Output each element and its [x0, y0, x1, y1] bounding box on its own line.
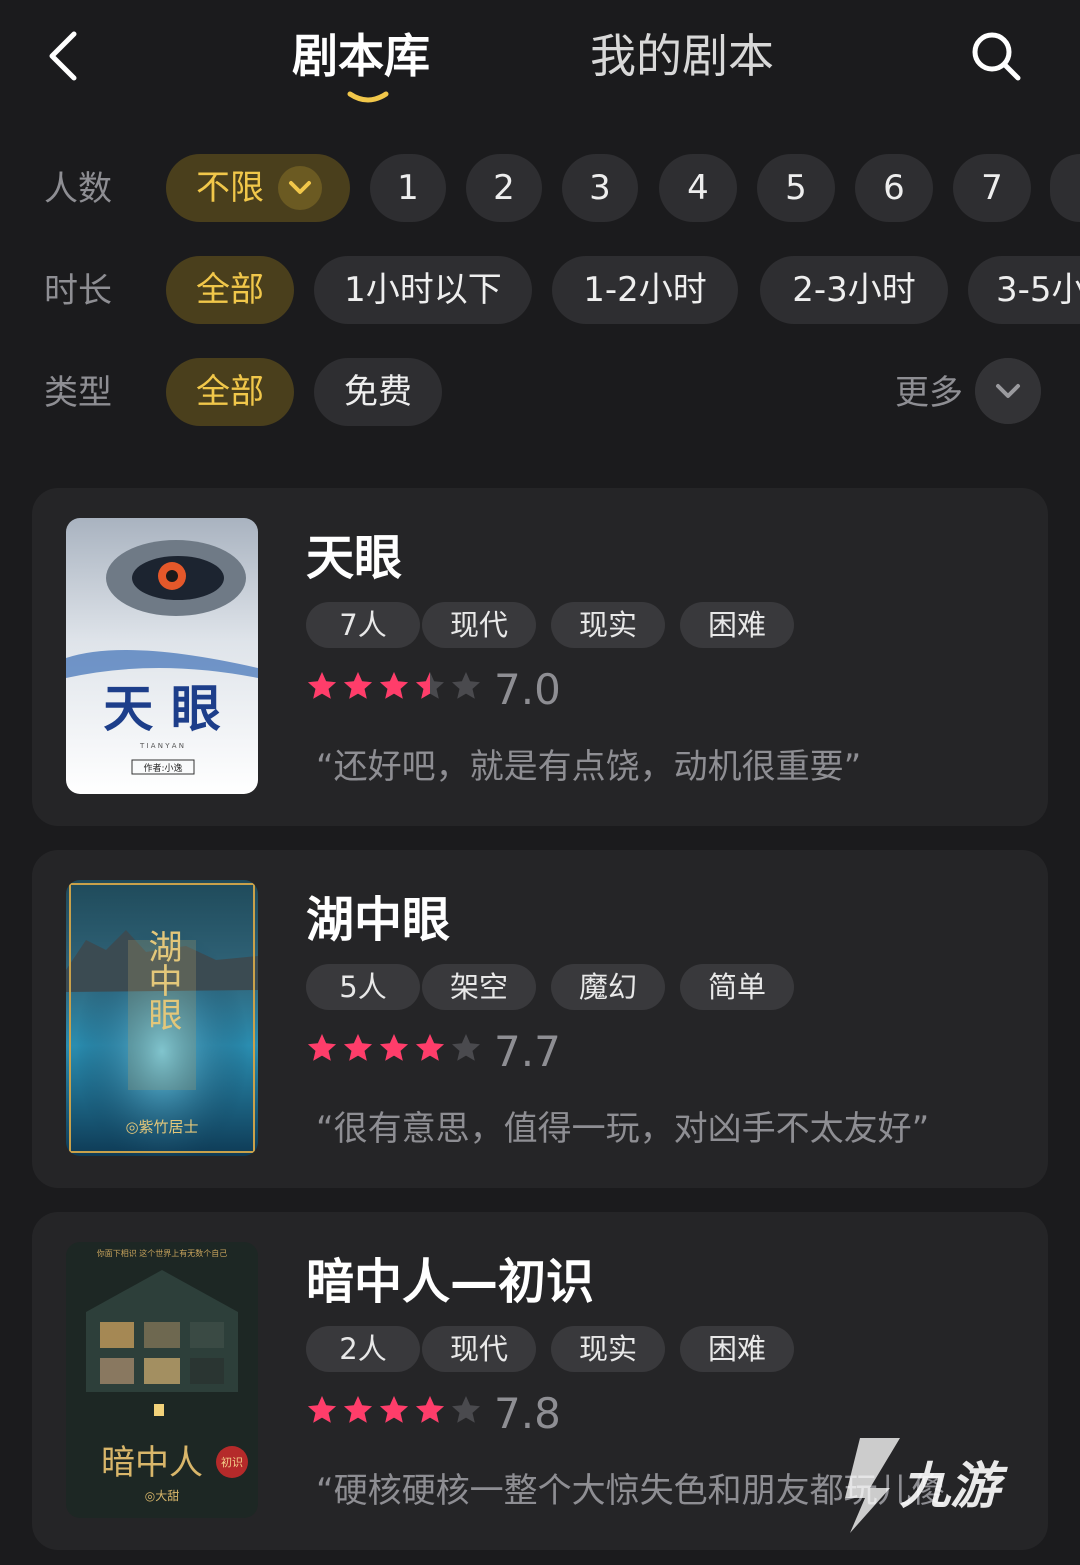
- top-nav: 剧本库 我的剧本: [0, 0, 1080, 120]
- tag-difficulty: 困难: [680, 602, 794, 648]
- tag-genre: 现实: [551, 602, 665, 648]
- chip-category-all[interactable]: 全部: [166, 358, 294, 426]
- cover-image-anzhongren: 你面下相识 这个世界上有无数个自己 暗中人 初识 ◎大甜: [66, 1242, 258, 1518]
- chip-players-overflow[interactable]: [1050, 154, 1080, 222]
- cover-badge-text: 初识: [221, 1455, 243, 1469]
- chip-label: 2: [493, 168, 515, 208]
- filter-players-label: 人数: [44, 169, 112, 209]
- chip-label: 4: [687, 168, 709, 208]
- search-icon[interactable]: [968, 28, 1024, 84]
- script-card[interactable]: 天 眼 T I A N Y A N 作者:小逸 天眼 7人 现代 现实 困难 7…: [32, 488, 1048, 826]
- chip-duration-under-1h[interactable]: 1小时以下: [314, 256, 532, 324]
- chip-label: 不限: [196, 168, 264, 208]
- star-filled-icon: [380, 1396, 408, 1423]
- chip-label: 3: [589, 168, 611, 208]
- chip-label: 7: [981, 168, 1003, 208]
- more-chevron-down-icon[interactable]: [975, 358, 1041, 424]
- rating-score: 7.0: [494, 665, 561, 714]
- tab-script-library[interactable]: 剧本库: [292, 28, 430, 84]
- star-filled-icon: [308, 1396, 336, 1423]
- active-tab-indicator: [347, 91, 389, 103]
- review-quote: “很有意思，值得一玩，对凶手不太友好”: [316, 1109, 930, 1149]
- chevron-down-icon: [278, 166, 322, 210]
- star-filled-icon: [308, 1034, 336, 1061]
- cover-author-text: ◎大甜: [145, 1489, 179, 1503]
- tag-genre: 现实: [551, 1326, 665, 1372]
- tag-players: 7人: [306, 602, 420, 648]
- chip-players-any[interactable]: 不限: [166, 154, 350, 222]
- star-filled-icon: [416, 1034, 444, 1061]
- chip-label: 2-3小时: [792, 270, 916, 310]
- filter-duration-row: 时长 全部 1小时以下 1-2小时 2-3小时 3-5小: [0, 256, 1080, 326]
- star-filled-icon: [344, 1034, 372, 1061]
- tag-difficulty: 简单: [680, 964, 794, 1010]
- star-filled-icon: [344, 672, 372, 699]
- chip-category-free[interactable]: 免费: [314, 358, 442, 426]
- filter-duration-label: 时长: [44, 271, 112, 311]
- star-filled-icon: [416, 1396, 444, 1423]
- script-card[interactable]: 湖中眼 ◎紫竹居士 湖中眼 5人 架空 魔幻 简单 7.7 “很有意思，值得一玩…: [32, 850, 1048, 1188]
- back-arrow-icon[interactable]: [40, 28, 90, 84]
- tag-genre: 魔幻: [551, 964, 665, 1010]
- chip-players-1[interactable]: 1: [370, 154, 446, 222]
- script-title[interactable]: 湖中眼: [306, 890, 450, 950]
- cover-image-tianyan: 天 眼 T I A N Y A N 作者:小逸: [66, 518, 258, 794]
- tag-players: 2人: [306, 1326, 420, 1372]
- filter-category-row: 类型 全部 免费 更多: [0, 358, 1080, 428]
- chip-label: 5: [785, 168, 807, 208]
- cover-topline-text: 你面下相识 这个世界上有无数个自己: [97, 1248, 228, 1258]
- chip-label: 免费: [344, 372, 412, 412]
- star-empty-icon: [452, 1034, 480, 1061]
- star-empty-icon: [452, 672, 480, 699]
- star-filled-icon: [308, 672, 336, 699]
- star-filled-icon: [380, 672, 408, 699]
- cover-title-text: 暗中人: [101, 1443, 203, 1483]
- more-filters-label[interactable]: 更多: [895, 368, 963, 418]
- cover-subtitle-text: T I A N Y A N: [139, 742, 184, 750]
- chip-players-5[interactable]: 5: [757, 154, 835, 222]
- chip-duration-2-3h[interactable]: 2-3小时: [760, 256, 948, 324]
- star-filled-icon: [344, 1396, 372, 1423]
- tag-difficulty: 困难: [680, 1326, 794, 1372]
- watermark-text: 九游: [900, 1457, 1000, 1515]
- script-title[interactable]: 天眼: [306, 528, 402, 588]
- rating-score: 7.8: [494, 1389, 561, 1438]
- tag-setting: 现代: [422, 602, 536, 648]
- cover-image-huzhongyan: 湖中眼 ◎紫竹居士: [66, 880, 258, 1156]
- tag-setting: 架空: [422, 964, 536, 1010]
- chip-players-3[interactable]: 3: [562, 154, 638, 222]
- tag-setting: 现代: [422, 1326, 536, 1372]
- chip-label: 1-2小时: [583, 270, 707, 310]
- chip-players-2[interactable]: 2: [466, 154, 542, 222]
- script-title[interactable]: 暗中人—初识: [306, 1252, 594, 1312]
- chip-duration-1-2h[interactable]: 1-2小时: [552, 256, 738, 324]
- chip-players-4[interactable]: 4: [659, 154, 737, 222]
- review-quote: “还好吧，就是有点饶，动机很重要”: [316, 747, 862, 787]
- filter-category-label: 类型: [44, 373, 112, 413]
- star-filled-icon: [380, 1034, 408, 1061]
- star-empty-icon: [452, 1396, 480, 1423]
- chip-label: 3-5小: [996, 270, 1080, 310]
- chip-label: 1: [397, 168, 419, 208]
- chip-duration-3-5h[interactable]: 3-5小: [968, 256, 1080, 324]
- chip-label: 全部: [196, 270, 264, 310]
- chip-players-7[interactable]: 7: [953, 154, 1031, 222]
- tag-players: 5人: [306, 964, 420, 1010]
- chip-label: 1小时以下: [344, 270, 502, 310]
- chip-duration-all[interactable]: 全部: [166, 256, 294, 324]
- chip-label: 6: [883, 168, 905, 208]
- cover-title-text: 湖中眼: [142, 929, 182, 1031]
- cover-author-text: ◎紫竹居士: [125, 1118, 198, 1136]
- star-half-icon: [416, 672, 444, 699]
- rating-score: 7.7: [494, 1027, 561, 1076]
- chip-label: 全部: [196, 372, 264, 412]
- tab-my-scripts[interactable]: 我的剧本: [590, 28, 774, 84]
- chip-players-6[interactable]: 6: [855, 154, 933, 222]
- cover-author-text: 作者:小逸: [143, 762, 182, 774]
- filter-players-row: 人数 不限 1 2 3 4 5 6 7: [0, 154, 1080, 224]
- cover-title-text: 天 眼: [103, 679, 220, 738]
